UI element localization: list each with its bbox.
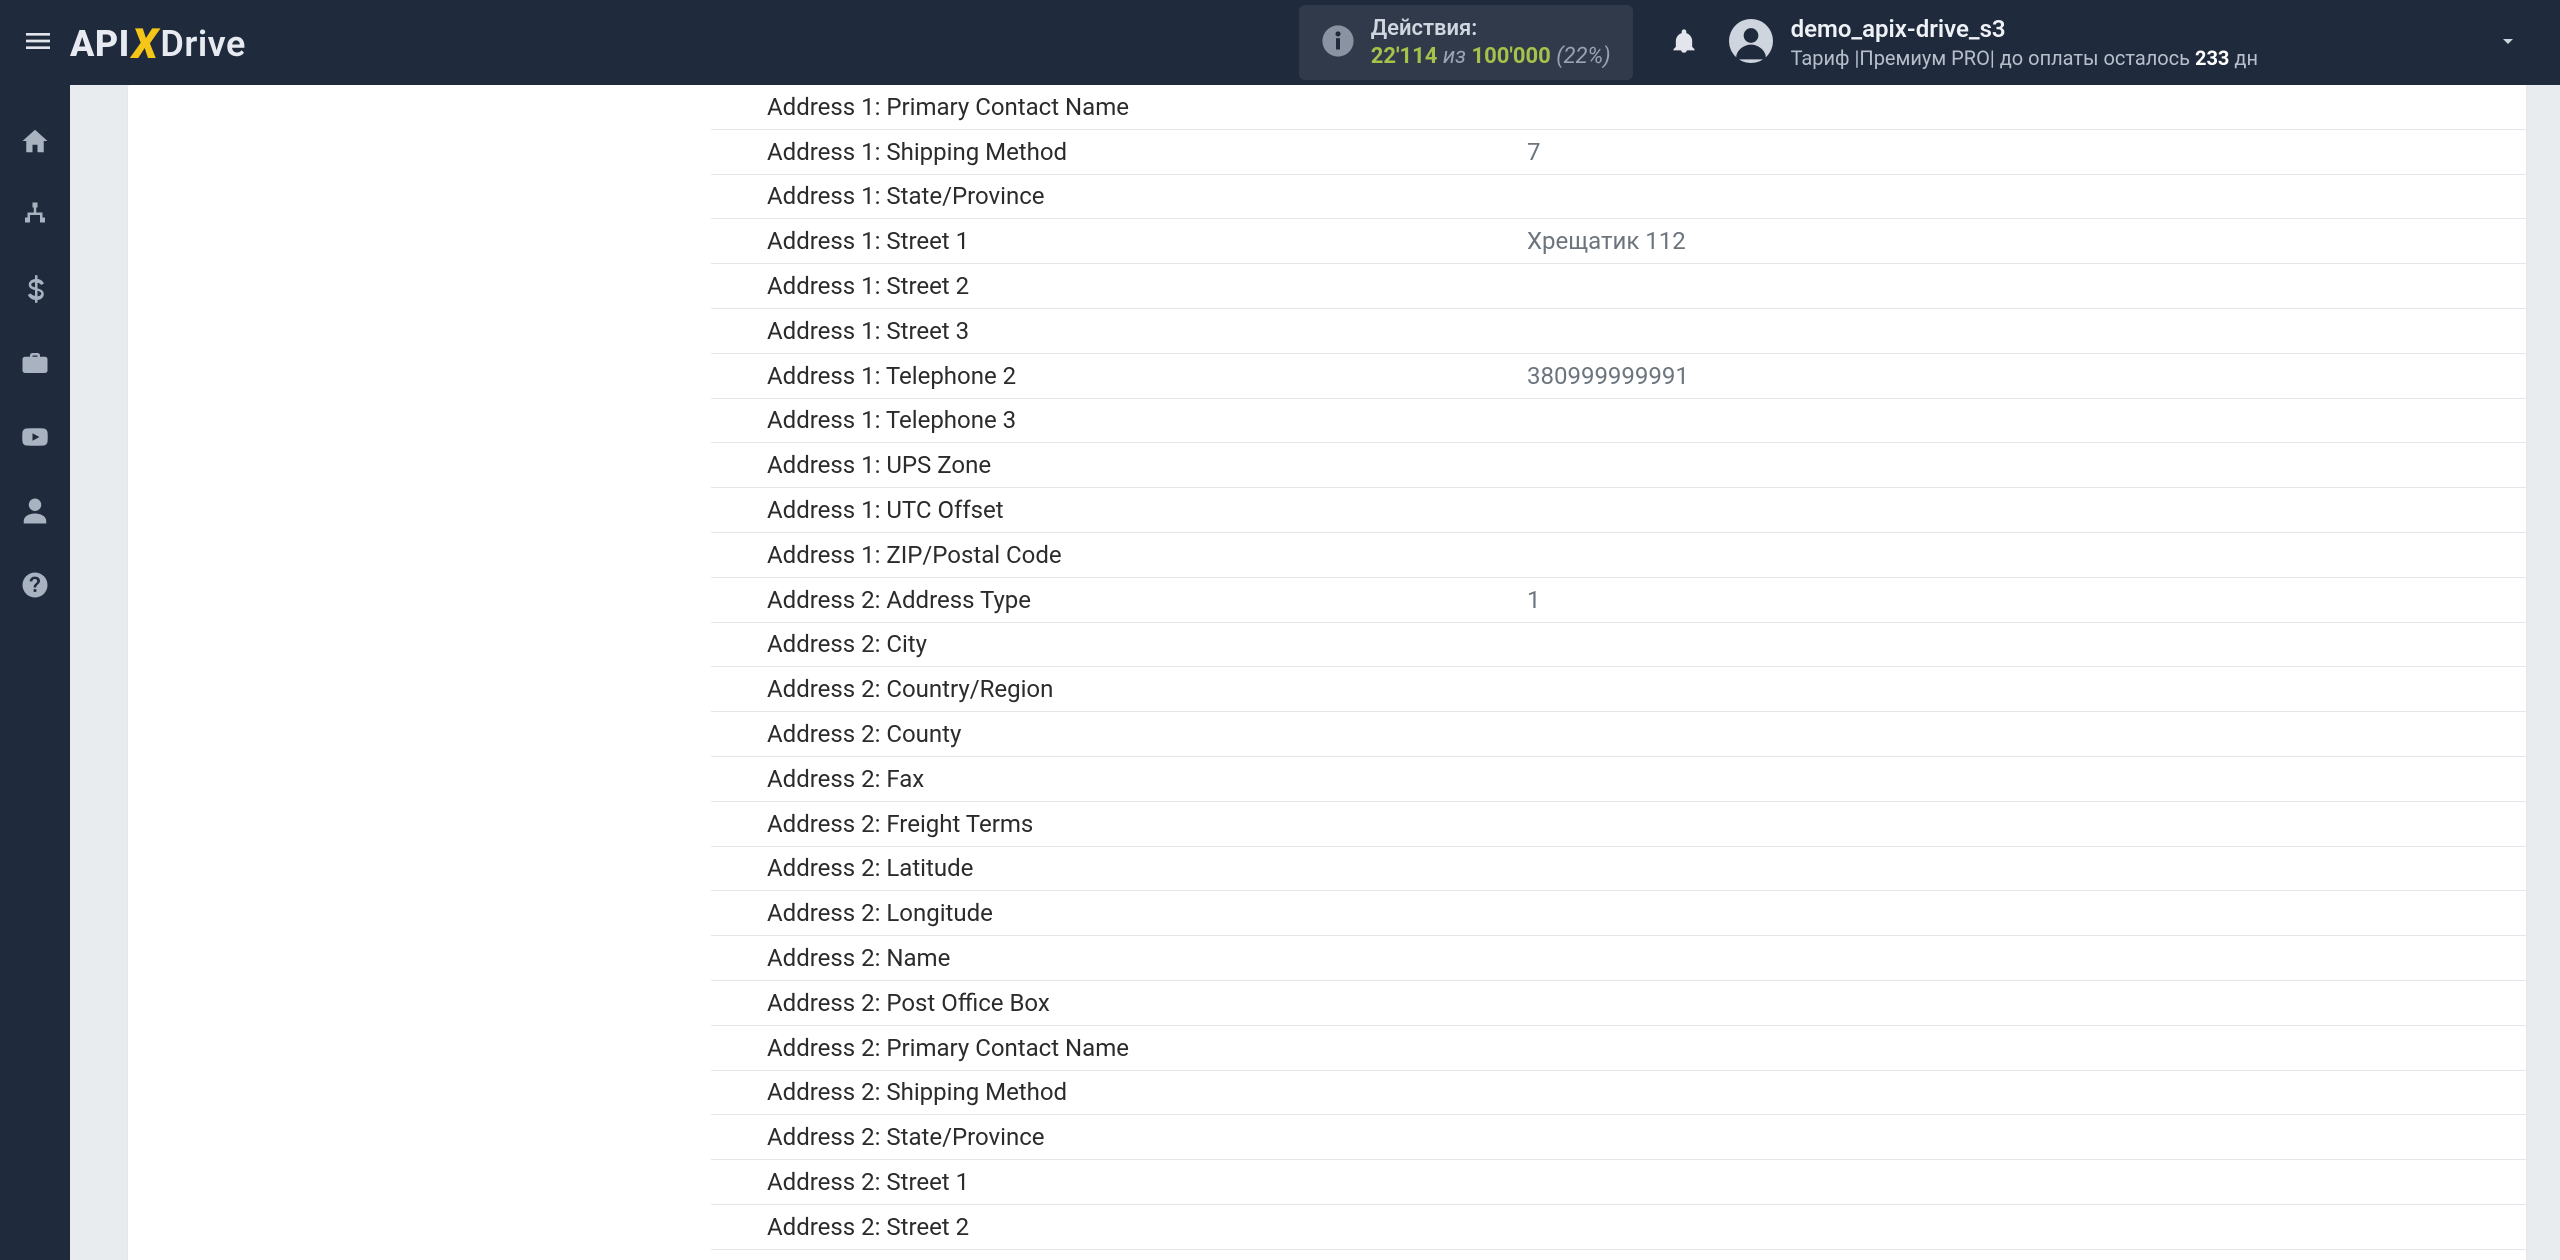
logo[interactable]: API X Drive — [70, 18, 246, 67]
field-row: Address 1: UPS Zone — [711, 443, 2526, 488]
logo-text-api: API — [70, 23, 130, 65]
user-icon — [20, 496, 50, 530]
menu-toggle-button[interactable] — [18, 23, 58, 63]
sidebar-item-home[interactable] — [0, 111, 70, 175]
sidebar-item-connections[interactable] — [0, 185, 70, 249]
field-label: Address 2: Street 2 — [767, 1213, 1527, 1241]
field-row: Address 2: Post Office Box — [711, 981, 2526, 1026]
field-row: Address 1: Primary Contact Name — [711, 85, 2526, 130]
field-label: Address 1: Telephone 2 — [767, 362, 1527, 390]
field-label: Address 1: UPS Zone — [767, 451, 1527, 479]
field-row: Address 2: Primary Contact Name — [711, 1026, 2526, 1071]
field-label: Address 1: Street 2 — [767, 272, 1527, 300]
field-label: Address 2: Fax — [767, 765, 1527, 793]
actions-label: Действия: — [1371, 15, 1611, 43]
chevron-down-icon — [2496, 29, 2520, 57]
field-label: Address 2: Address Type — [767, 586, 1527, 614]
field-row: Address 2: Address Type1 — [711, 578, 2526, 623]
sidebar-item-partners[interactable] — [0, 333, 70, 397]
field-label: Address 1: State/Province — [767, 182, 1527, 210]
field-label: Address 2: Name — [767, 944, 1527, 972]
field-label: Address 1: ZIP/Postal Code — [767, 541, 1527, 569]
field-label: Address 2: Post Office Box — [767, 989, 1527, 1017]
field-row: Address 2: Latitude — [711, 847, 2526, 892]
field-row: Address 2: Shipping Method — [711, 1071, 2526, 1116]
topbar: API X Drive Действия: 22'114 из 100'000 … — [0, 0, 2560, 85]
field-label: Address 2: State/Province — [767, 1123, 1527, 1151]
field-row: Address 1: Street 1Хрещатик 112 — [711, 219, 2526, 264]
field-label: Address 1: Primary Contact Name — [767, 93, 1527, 121]
field-label: Address 1: Telephone 3 — [767, 406, 1527, 434]
field-row: Address 2: County — [711, 712, 2526, 757]
field-label: Address 2: Primary Contact Name — [767, 1034, 1527, 1062]
field-label: Address 2: County — [767, 720, 1527, 748]
field-row: Address 1: Street 2 — [711, 264, 2526, 309]
user-menu[interactable]: demo_apix-drive_s3 Тариф |Премиум PRO| д… — [1729, 14, 2560, 71]
field-row: Address 2: Country/Region — [711, 667, 2526, 712]
field-value: Хрещатик 112 — [1527, 227, 1686, 255]
notifications-button[interactable] — [1661, 27, 1707, 59]
field-row: Address 2: City — [711, 623, 2526, 668]
field-row: Address 2: Freight Terms — [711, 802, 2526, 847]
field-row: Address 2: Street 3 — [711, 1250, 2526, 1260]
field-label: Address 2: Latitude — [767, 854, 1527, 882]
sidebar-item-help[interactable] — [0, 555, 70, 619]
dollar-icon — [20, 274, 50, 308]
field-value: 380999999991 — [1527, 362, 1689, 390]
info-icon — [1321, 24, 1355, 62]
actions-stat: 22'114 из 100'000 (22%) — [1371, 43, 1611, 71]
field-label: Address 2: Shipping Method — [767, 1078, 1527, 1106]
field-label: Address 2: Street 1 — [767, 1168, 1527, 1196]
field-label: Address 1: Shipping Method — [767, 138, 1527, 166]
field-row: Address 2: Street 1 — [711, 1160, 2526, 1205]
field-row: Address 1: Telephone 2380999999991 — [711, 354, 2526, 399]
youtube-icon — [20, 422, 50, 456]
field-label: Address 2: Freight Terms — [767, 810, 1527, 838]
actions-counter[interactable]: Действия: 22'114 из 100'000 (22%) — [1299, 5, 1633, 80]
field-row: Address 2: Street 2 — [711, 1205, 2526, 1250]
field-row: Address 1: UTC Offset — [711, 488, 2526, 533]
field-row: Address 2: Longitude — [711, 891, 2526, 936]
field-row: Address 1: State/Province — [711, 175, 2526, 220]
content-card: Address 1: Primary Contact Name Address 1… — [128, 85, 2526, 1260]
field-label: Address 2: Longitude — [767, 899, 1527, 927]
field-row: Address 1: Street 3 — [711, 309, 2526, 354]
hamburger-icon — [22, 25, 54, 61]
fields-panel: Address 1: Primary Contact Name Address 1… — [711, 85, 2526, 1260]
field-row: Address 1: Telephone 3 — [711, 399, 2526, 444]
field-row: Address 2: Fax — [711, 757, 2526, 802]
logo-text-x: X — [132, 20, 159, 69]
avatar-icon — [1729, 19, 1773, 67]
page: Address 1: Primary Contact Name Address 1… — [70, 85, 2560, 1260]
user-name: demo_apix-drive_s3 — [1791, 14, 2258, 45]
actions-text: Действия: 22'114 из 100'000 (22%) — [1371, 15, 1611, 70]
sidebar-item-account[interactable] — [0, 481, 70, 545]
sitemap-icon — [20, 200, 50, 234]
field-row: Address 1: ZIP/Postal Code — [711, 533, 2526, 578]
logo-text-drive: Drive — [160, 23, 245, 65]
field-row: Address 2: Name — [711, 936, 2526, 981]
home-icon — [20, 126, 50, 160]
fields-list: Address 1: Primary Contact Name Address 1… — [711, 85, 2526, 1260]
field-value: 7 — [1527, 138, 1541, 166]
field-row: Address 1: Shipping Method7 — [711, 130, 2526, 175]
bell-icon — [1670, 27, 1698, 59]
question-icon — [20, 570, 50, 604]
field-row: Address 2: State/Province — [711, 1115, 2526, 1160]
field-label: Address 1: Street 3 — [767, 317, 1527, 345]
field-label: Address 2: City — [767, 630, 1527, 658]
field-label: Address 2: Country/Region — [767, 675, 1527, 703]
field-value: 1 — [1527, 586, 1541, 614]
sidebar-item-videos[interactable] — [0, 407, 70, 471]
field-label: Address 1: Street 1 — [767, 227, 1527, 255]
user-text: demo_apix-drive_s3 Тариф |Премиум PRO| д… — [1791, 14, 2258, 71]
sidebar — [0, 85, 70, 1260]
user-tariff: Тариф |Премиум PRO| до оплаты осталось 2… — [1791, 45, 2258, 71]
field-label: Address 1: UTC Offset — [767, 496, 1527, 524]
briefcase-icon — [20, 348, 50, 382]
sidebar-item-billing[interactable] — [0, 259, 70, 323]
